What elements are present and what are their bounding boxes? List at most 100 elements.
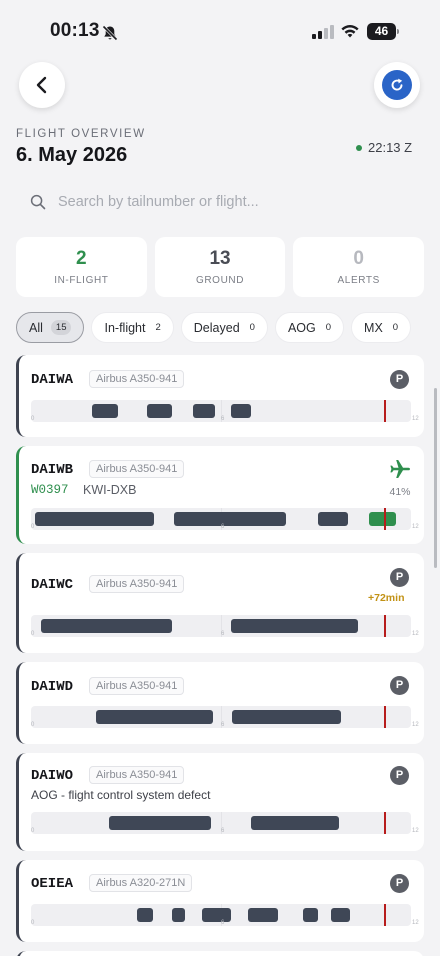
stat-alerts[interactable]: 0 ALERTS: [293, 237, 425, 297]
flight-segment[interactable]: [173, 512, 286, 526]
timeline-tick-mid: 6: [221, 524, 225, 530]
flight-segment[interactable]: [146, 404, 172, 418]
stat-label: IN-FLIGHT: [54, 275, 109, 286]
utc-time: 22:13 Z: [368, 140, 413, 155]
wifi-icon: [341, 25, 359, 38]
flight-segment[interactable]: [91, 404, 119, 418]
aircraft-type-badge: Airbus A350-941: [89, 677, 185, 695]
stat-value: 13: [209, 248, 231, 269]
timeline-tick-mid: 6: [221, 416, 225, 422]
flight-segment[interactable]: [137, 908, 153, 922]
parked-badge: P: [390, 766, 409, 785]
timeline-tick-mid: 6: [221, 722, 225, 728]
live-status-dot: [356, 145, 362, 151]
timeline-tick-mid: 6: [221, 631, 225, 637]
filter-chip-aog[interactable]: AOG 0: [274, 312, 345, 343]
status-bar: 00:13 46: [0, 0, 440, 64]
flight-segment[interactable]: [331, 908, 351, 922]
current-time-marker: [384, 812, 387, 834]
flight-segment[interactable]: [95, 710, 214, 724]
flight-segment[interactable]: [247, 908, 278, 922]
page-title-date: 6. May 2026: [16, 144, 128, 166]
aircraft-card[interactable]: DAIWD Airbus A350-941 P 0 6 12: [16, 662, 424, 744]
flight-segment[interactable]: [34, 512, 155, 526]
scrollbar[interactable]: [434, 388, 437, 568]
flight-segment[interactable]: [232, 710, 341, 724]
flight-route: KWI-DXB: [83, 483, 137, 497]
stat-in-flight[interactable]: 2 IN-FLIGHT: [16, 237, 147, 297]
timeline-tick-end: 12: [412, 828, 419, 834]
stat-ground[interactable]: 13 GROUND: [154, 237, 286, 297]
aircraft-card[interactable]: DAIWB Airbus A350-941 41% W0397 KWI-DXB …: [16, 446, 424, 544]
aircraft-card[interactable]: DAIWC Airbus A350-941 P +72min 0 6 12: [16, 553, 424, 653]
aog-note: AOG - flight control system defect: [31, 788, 211, 802]
filter-chip-all[interactable]: All 15: [16, 312, 85, 343]
filter-chip-label: All: [29, 320, 43, 335]
search-input[interactable]: [58, 194, 398, 210]
timeline-tick-start: 0: [31, 631, 35, 637]
timeline-tick-end: 12: [412, 631, 419, 637]
timeline-tick-start: 0: [31, 524, 35, 530]
aircraft-type-badge: Airbus A350-941: [89, 766, 185, 784]
filter-chip-count: 15: [50, 320, 72, 335]
aircraft-card[interactable]: [16, 951, 424, 956]
back-button[interactable]: [19, 62, 65, 108]
search-bar[interactable]: [16, 184, 424, 220]
filter-chip-label: In-flight: [104, 320, 146, 335]
airplane-icon: [390, 460, 410, 478]
timeline-tick-end: 12: [412, 416, 419, 422]
aircraft-type-badge: Airbus A350-941: [89, 575, 185, 593]
stat-label: ALERTS: [337, 275, 380, 286]
stat-label: GROUND: [195, 275, 245, 286]
filter-chip-delayed[interactable]: Delayed 0: [180, 312, 268, 343]
delay-indicator: +72min: [368, 592, 405, 604]
flight-number: W0397: [31, 483, 69, 497]
active-flight-segment[interactable]: [369, 512, 396, 526]
flight-segment[interactable]: [302, 908, 318, 922]
filter-chip-count: 0: [392, 322, 399, 333]
filter-chip-in-flight[interactable]: In-flight 2: [91, 312, 174, 343]
battery-indicator: 46: [367, 23, 400, 40]
timeline-tick-start: 0: [31, 416, 35, 422]
aircraft-card[interactable]: OEIEA Airbus A320-271N P 0 6 12: [16, 860, 424, 942]
stat-value: 2: [76, 248, 87, 269]
flight-segment[interactable]: [108, 816, 212, 830]
filter-chip-label: Delayed: [193, 320, 240, 335]
flight-segment[interactable]: [230, 619, 358, 633]
flight-segment[interactable]: [171, 908, 185, 922]
timeline-tick-end: 12: [412, 722, 419, 728]
tail-number: DAIWD: [31, 679, 74, 695]
timeline-tick-end: 12: [412, 920, 419, 926]
current-time-marker: [384, 904, 387, 926]
parked-badge: P: [390, 370, 409, 389]
chevron-left-icon: [36, 76, 47, 94]
aircraft-card[interactable]: DAIWA Airbus A350-941 P 0 6 12: [16, 355, 424, 437]
tail-number: DAIWA: [31, 372, 74, 388]
flight-segment[interactable]: [251, 816, 339, 830]
flight-segment[interactable]: [202, 908, 231, 922]
refresh-button[interactable]: [374, 62, 420, 108]
filter-chip-label: MX: [364, 320, 383, 335]
filter-chip-mx[interactable]: MX 0: [351, 312, 412, 343]
tail-number: DAIWO: [31, 768, 74, 784]
current-time-marker: [384, 400, 387, 422]
current-time-marker: [384, 706, 387, 728]
tail-number: DAIWB: [31, 462, 74, 478]
flight-segment[interactable]: [230, 404, 252, 418]
bell-muted-icon: [102, 25, 118, 41]
cellular-signal-icon: [312, 25, 334, 39]
filter-chip-count: 0: [325, 322, 332, 333]
flight-segment[interactable]: [40, 619, 172, 633]
filter-chips: All 15 In-flight 2 Delayed 0 AOG 0 MX 0: [16, 312, 440, 343]
flight-segment[interactable]: [317, 512, 349, 526]
filter-chip-count: 0: [249, 322, 255, 333]
parked-badge: P: [390, 874, 409, 893]
overview-label: FLIGHT OVERVIEW: [16, 128, 146, 140]
aircraft-card[interactable]: DAIWO Airbus A350-941 P AOG - flight con…: [16, 753, 424, 851]
current-time-marker: [384, 615, 387, 637]
parked-badge: P: [390, 568, 409, 587]
timeline-tick-start: 0: [31, 722, 35, 728]
timeline-tick-mid: 6: [221, 828, 225, 834]
flight-segment[interactable]: [192, 404, 216, 418]
tail-number: OEIEA: [31, 876, 74, 892]
